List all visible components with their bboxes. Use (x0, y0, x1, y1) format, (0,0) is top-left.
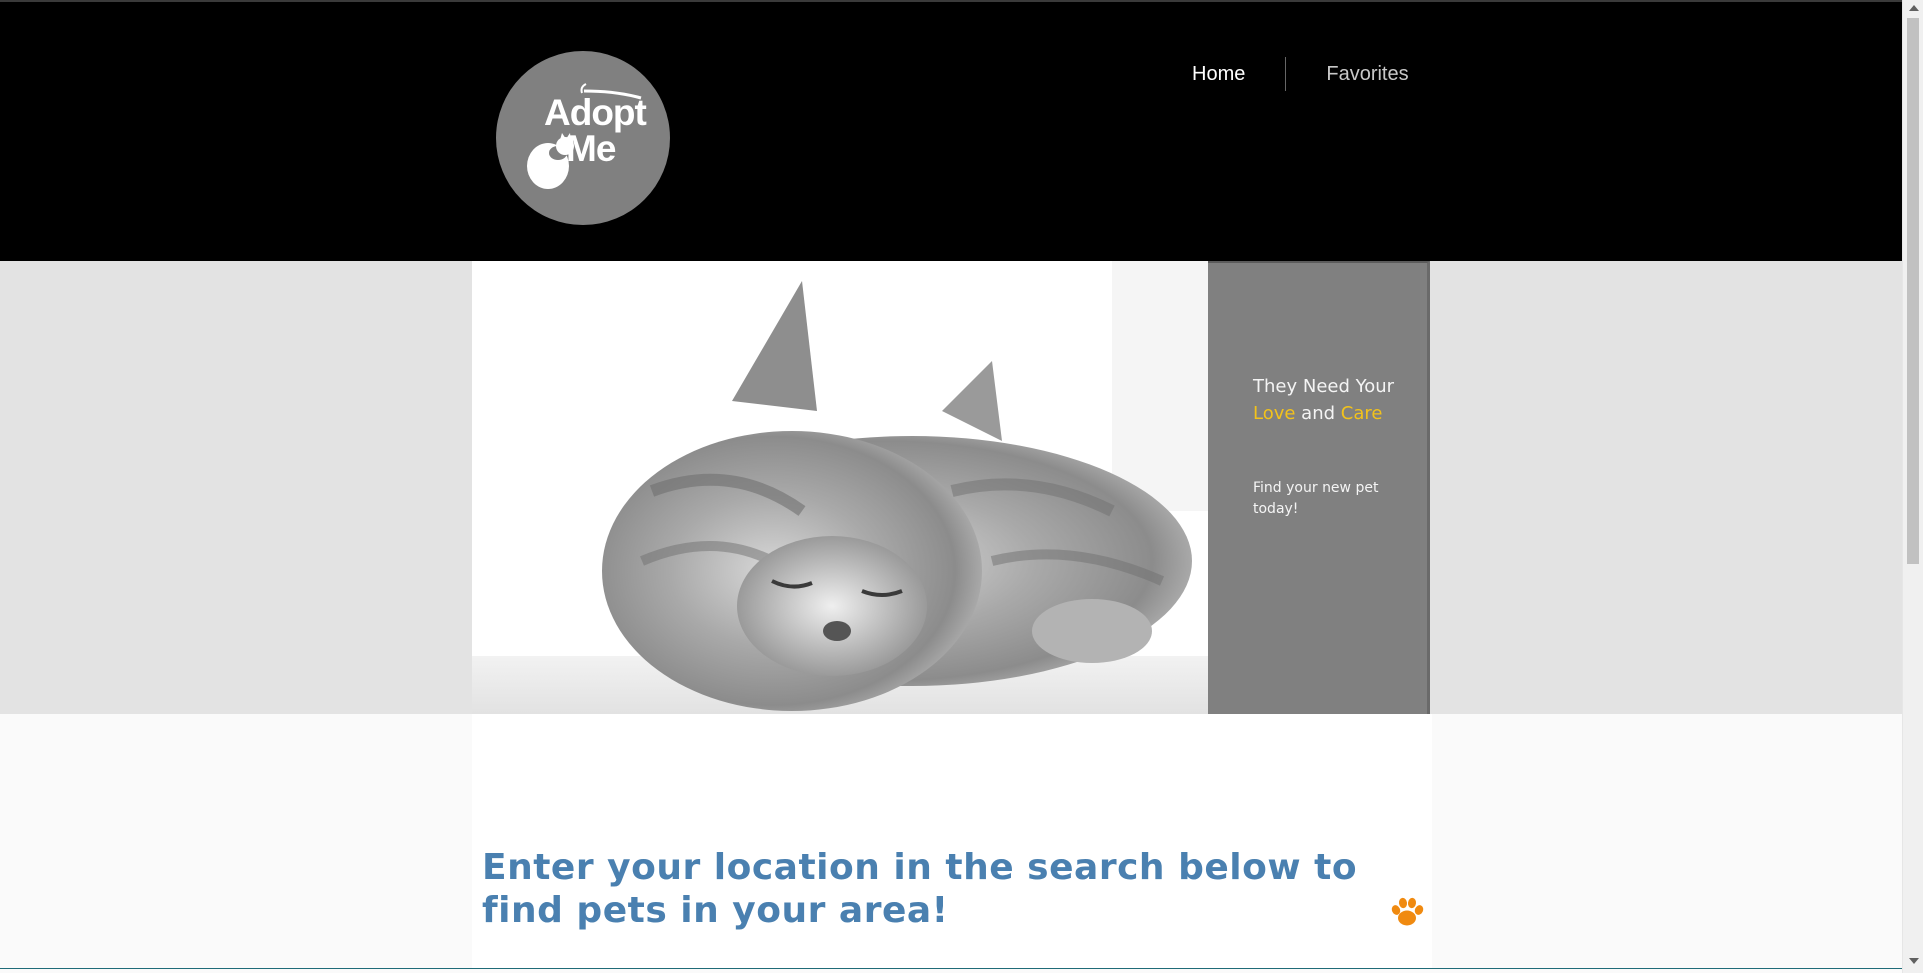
nav-favorites-link[interactable]: Favorites (1286, 63, 1408, 86)
hero-promo-panel: They Need Your Love and Care Find your n… (1208, 261, 1430, 714)
logo-text: Adopt Me (544, 92, 647, 169)
scroll-down-arrow-icon[interactable] (1909, 958, 1919, 964)
hero-heading-care: Care (1340, 403, 1383, 424)
scrollbar-thumb[interactable] (1907, 18, 1919, 564)
hero-heading-part2: and (1295, 403, 1341, 424)
main-content: Enter your location in the search below … (472, 714, 1432, 969)
vertical-scrollbar[interactable] (1902, 0, 1923, 973)
search-prompt-heading: Enter your location in the search below … (482, 847, 1358, 931)
adopt-me-logo[interactable]: Adopt Me (496, 51, 670, 225)
site-header: Adopt Me Home Favorites (0, 0, 1902, 261)
logo-line-2: Me (566, 128, 616, 169)
hero-subtext: Find your new pet today! (1253, 480, 1379, 517)
bottom-divider (0, 968, 1902, 969)
nav-home-link[interactable]: Home (1170, 63, 1285, 86)
scroll-up-arrow-icon[interactable] (1909, 5, 1919, 11)
logo-line-1: Adopt (544, 92, 647, 133)
page: Adopt Me Home Favorites They Need Your L… (0, 0, 1902, 969)
paw-icon (1391, 897, 1424, 926)
main-nav: Home Favorites (1170, 56, 1409, 92)
hero-section: They Need Your Love and Care Find your n… (0, 261, 1902, 714)
hero-heading: They Need Your Love and Care (1253, 373, 1413, 427)
hero-heading-part1: They Need Your (1253, 376, 1395, 397)
hero-heading-love: Love (1253, 403, 1296, 424)
hero-kitten-image (472, 261, 1208, 714)
